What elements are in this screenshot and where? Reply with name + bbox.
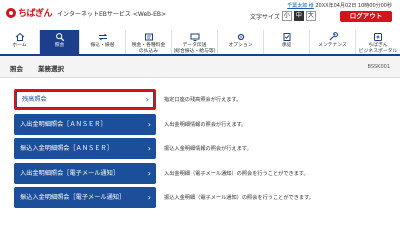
nav-label: 照会 [54,43,65,48]
chevron-right-icon: › [147,144,151,153]
font-size-small-button[interactable]: 小 [281,11,292,21]
transfer-icon [98,33,107,41]
logo-mark-icon [6,7,16,18]
nav-item-home[interactable]: ホーム [0,30,40,54]
font-size-selector: 文字サイズ 小 中 大 [250,11,316,21]
deposit-withdrawal-answer-button[interactable]: 入出金明細照会［ＡＮＳＥＲ］ › [14,113,156,135]
bank-logo: ちばぎん インターネットEBサービス <Web-EB> [6,6,166,19]
transfer-deposit-email-button[interactable]: 振込入金明細照会［電子メール通知］ › [14,187,156,208]
deposit-withdrawal-email-button[interactable]: 入出金明細照会［電子メール通知］ › [14,162,156,184]
chevron-right-icon: › [147,168,151,178]
list-item: 入出金明細照会［ＡＮＳＥＲ］ › 入出金明細情報の照会が行えます。 [6,113,394,136]
user-name-link[interactable]: 千葉太郎 様 [287,3,314,9]
list-item: 振込入金明細照会［電子メール通知］ › 振込入金明細（電子メール通知）の照会を行… [6,186,394,209]
logout-button[interactable]: ログアウト [340,11,392,22]
nav-item-business-portal[interactable]: ちばぎん ビジネスポータル [356,30,400,54]
maintenance-icon [329,32,338,41]
menu-description: 入出金明細（電子メール通知）の照会を行うことができます。 [164,170,309,177]
menu-button-label: 入出金明細照会［電子メール通知］ [20,169,119,177]
last-login-time: 20XX年04月02日 10時00分00秒 [315,3,392,9]
transfer-deposit-answer-button[interactable]: 振込入金明細照会［ＡＮＳＥＲ］ › [14,138,156,159]
logo-text: ちばぎん [18,9,53,19]
menu-description: 指定口座の残高照会が行えます。 [164,97,242,103]
nav-label: データ伝送 (総合振込・給与等) [173,43,216,54]
nav-label: 税金・各種料金 の払込み [131,43,166,54]
nav-label: ホーム [12,43,27,48]
nav-item-data-transmission[interactable]: データ伝送 (総合振込・給与等) [172,30,218,54]
nav-label: 振込・振替 [90,43,115,48]
nav-item-maintenance[interactable]: メンテナンス [310,30,356,54]
approval-icon [283,33,290,41]
menu-description: 振込入金明細情報の照会が行えます。 [164,146,252,152]
top-bar: ちばぎん インターネットEBサービス <Web-EB> 千葉太郎 様 20XX年… [0,0,400,30]
global-nav: ホーム 照会 振込・振替 税金・各種料金 の払込み データ伝送 (総合振込・給与… [0,30,400,56]
nav-label: メンテナンス [318,43,347,48]
font-size-medium-button[interactable]: 中 [293,11,304,21]
nav-item-tax-payment[interactable]: 税金・各種料金 の払込み [126,30,172,54]
list-item: 振込入金明細照会［ＡＮＳＥＲ］ › 振込入金明細情報の照会が行えます。 [6,137,394,160]
user-info: 千葉太郎 様 20XX年04月02日 10時00分00秒 [287,2,392,9]
business-menu-list: 残高照会 › 指定口座の残高照会が行えます。 入出金明細照会［ＡＮＳＥＲ］ › … [6,88,394,211]
portal-icon [374,33,382,41]
nav-label: ちばぎん ビジネスポータル [358,43,398,54]
service-title: インターネットEBサービス <Web-EB> [57,11,167,18]
nav-label: 承認 [281,43,292,48]
font-size-large-button[interactable]: 大 [305,11,316,21]
chevron-right-icon: › [147,119,151,129]
screen-id: BSSK001 [367,64,390,70]
chevron-right-icon: › [145,95,149,104]
menu-description: 振込入金明細（電子メール通知）の照会を行うことができます。 [164,195,314,201]
nav-item-inquiry[interactable]: 照会 [40,30,80,54]
breadcrumb-category: 照会 [10,65,23,73]
nav-item-approval[interactable]: 承認 [264,30,310,54]
nav-item-transfer[interactable]: 振込・振替 [80,30,126,54]
home-icon [15,32,24,41]
menu-description: 入出金明細情報の照会が行えます。 [164,121,247,128]
menu-button-label: 振込入金明細照会［ＡＮＳＥＲ］ [20,145,113,152]
balance-inquiry-button[interactable]: 残高照会 › [14,89,156,110]
list-item: 残高照会 › 指定口座の残高照会が行えます。 [6,88,394,111]
menu-button-label: 振込入金明細照会［電子メール通知］ [20,194,126,201]
list-item: 入出金明細照会［電子メール通知］ › 入出金明細（電子メール通知）の照会を行うこ… [6,162,394,185]
nav-item-option[interactable]: オプション [218,30,264,54]
page-header: 照会 業務選択 BSSK001 [0,56,400,78]
menu-button-label: 残高照会 [22,96,47,103]
tax-payment-icon [144,33,153,41]
magnifier-icon [55,33,64,42]
chevron-right-icon: › [147,193,151,202]
menu-button-label: 入出金明細照会［ＡＮＳＥＲ］ [20,120,107,128]
option-gear-icon [237,33,244,41]
page-title: 業務選択 [38,65,64,73]
font-size-label: 文字サイズ [250,13,280,21]
nav-label: オプション [228,43,253,48]
data-transmission-icon [190,33,199,41]
